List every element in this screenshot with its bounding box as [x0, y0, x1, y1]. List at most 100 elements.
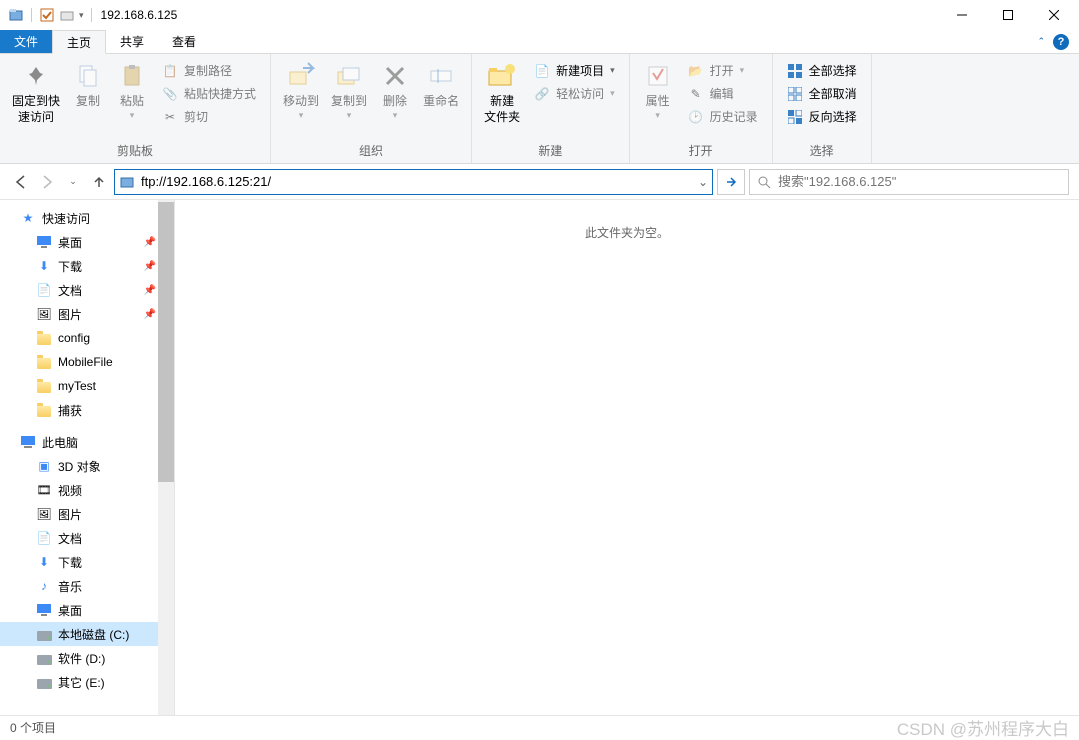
- tab-home[interactable]: 主页: [52, 30, 106, 54]
- sidebar-documents[interactable]: 📄文档📌: [0, 278, 174, 302]
- qat-check-icon[interactable]: [39, 7, 55, 23]
- video-icon: 🎞: [36, 482, 52, 498]
- desktop-icon: [36, 602, 52, 618]
- pictures-icon: 🖼: [36, 306, 52, 322]
- drive-icon: [36, 674, 52, 690]
- file-list-area: 此文件夹为空。: [175, 200, 1079, 715]
- easyaccess-button[interactable]: 🔗轻松访问 ▾: [530, 83, 619, 104]
- pin-icon: 📌: [144, 237, 156, 248]
- moveto-button[interactable]: 移动到▾: [277, 58, 325, 123]
- separator: [31, 8, 32, 22]
- delete-icon: [379, 60, 411, 92]
- sidebar-video[interactable]: 🎞视频: [0, 478, 174, 502]
- desktop-icon: [36, 234, 52, 250]
- properties-icon: [642, 60, 674, 92]
- sidebar-downloads[interactable]: ⬇下载📌: [0, 254, 174, 278]
- sidebar-config[interactable]: config: [0, 326, 174, 350]
- tab-share[interactable]: 共享: [106, 30, 158, 53]
- help-button[interactable]: ?: [1053, 34, 1069, 50]
- history-button[interactable]: 🕑历史记录: [684, 106, 762, 127]
- sidebar-cdrive[interactable]: 本地磁盘 (C:): [0, 622, 174, 646]
- copyto-icon: [333, 60, 365, 92]
- ftp-icon: [119, 174, 135, 190]
- tab-view[interactable]: 查看: [158, 30, 210, 53]
- newitem-icon: 📄: [534, 63, 550, 79]
- newfolder-icon: [486, 60, 518, 92]
- sidebar: ★快速访问 桌面📌 ⬇下载📌 📄文档📌 🖼图片📌 config MobileFi…: [0, 200, 175, 715]
- sidebar-scrollbar[interactable]: [158, 200, 174, 715]
- qat-dropdown-icon[interactable]: ▾: [79, 10, 84, 21]
- drive-icon: [36, 650, 52, 666]
- paste-shortcut-button[interactable]: 📎粘贴快捷方式: [158, 83, 260, 104]
- group-new-label: 新建: [478, 140, 623, 161]
- tab-file[interactable]: 文件: [0, 30, 52, 53]
- address-bar[interactable]: ⌄: [114, 169, 713, 195]
- watermark: CSDN @苏州程序大白: [897, 715, 1069, 740]
- properties-button[interactable]: 属性▾: [636, 58, 680, 123]
- invertsel-button[interactable]: 反向选择: [783, 106, 861, 127]
- music-icon: ♪: [36, 578, 52, 594]
- documents-icon: 📄: [36, 282, 52, 298]
- nav-up-button[interactable]: [88, 171, 110, 193]
- shortcut-icon: 📎: [162, 86, 178, 102]
- selectnone-button[interactable]: 全部取消: [783, 83, 861, 104]
- go-button[interactable]: [717, 169, 745, 195]
- group-clipboard-label: 剪贴板: [6, 140, 264, 161]
- sidebar-capture[interactable]: 捕获: [0, 398, 174, 422]
- minimize-button[interactable]: [939, 0, 985, 30]
- sidebar-downloads2[interactable]: ⬇下载: [0, 550, 174, 574]
- app-icon: [8, 7, 24, 23]
- qat-folder-icon[interactable]: [59, 7, 75, 23]
- folder-icon: [36, 330, 52, 346]
- sidebar-ddrive[interactable]: 软件 (D:): [0, 646, 174, 670]
- sidebar-desktop2[interactable]: 桌面: [0, 598, 174, 622]
- copy-path-button[interactable]: 📋复制路径: [158, 60, 260, 81]
- sidebar-documents2[interactable]: 📄文档: [0, 526, 174, 550]
- paste-button[interactable]: 粘贴▾: [110, 58, 154, 123]
- group-open-label: 打开: [636, 140, 766, 161]
- group-select-label: 选择: [779, 140, 865, 161]
- pin-quickaccess-button[interactable]: 固定到快 速访问: [6, 58, 66, 127]
- nav-forward-button[interactable]: [36, 171, 58, 193]
- copyto-button[interactable]: 复制到▾: [325, 58, 373, 123]
- edit-button[interactable]: ✎编辑: [684, 83, 762, 104]
- sidebar-pictures[interactable]: 🖼图片📌: [0, 302, 174, 326]
- sidebar-desktop[interactable]: 桌面📌: [0, 230, 174, 254]
- sidebar-mytest[interactable]: myTest: [0, 374, 174, 398]
- open-icon: 📂: [688, 63, 704, 79]
- maximize-button[interactable]: [985, 0, 1031, 30]
- newitem-button[interactable]: 📄新建项目 ▾: [530, 60, 619, 81]
- sidebar-pictures2[interactable]: 🖼图片: [0, 502, 174, 526]
- sidebar-thispc[interactable]: 此电脑: [0, 430, 174, 454]
- download-icon: ⬇: [36, 258, 52, 274]
- sidebar-3dobjects[interactable]: ▣3D 对象: [0, 454, 174, 478]
- selectall-button[interactable]: 全部选择: [783, 60, 861, 81]
- cut-button[interactable]: ✂剪切: [158, 106, 260, 127]
- open-button[interactable]: 📂打开 ▾: [684, 60, 762, 81]
- nav-back-button[interactable]: [10, 171, 32, 193]
- empty-folder-label: 此文件夹为空。: [585, 224, 669, 241]
- copy-button[interactable]: 复制: [66, 58, 110, 112]
- address-input[interactable]: [141, 171, 692, 193]
- delete-button[interactable]: 删除▾: [373, 58, 417, 123]
- nav-recent-button[interactable]: ⌄: [62, 171, 84, 193]
- drive-icon: [36, 626, 52, 642]
- edit-icon: ✎: [688, 86, 704, 102]
- search-box[interactable]: [749, 169, 1069, 195]
- sidebar-edrive[interactable]: 其它 (E:): [0, 670, 174, 694]
- group-organize-label: 组织: [277, 140, 465, 161]
- sidebar-quickaccess[interactable]: ★快速访问: [0, 206, 174, 230]
- invertsel-icon: [787, 109, 803, 125]
- address-dropdown-icon[interactable]: ⌄: [698, 175, 708, 189]
- sidebar-mobilefile[interactable]: MobileFile: [0, 350, 174, 374]
- close-button[interactable]: [1031, 0, 1077, 30]
- sidebar-music[interactable]: ♪音乐: [0, 574, 174, 598]
- paste-icon: [116, 60, 148, 92]
- copy-icon: [72, 60, 104, 92]
- path-icon: 📋: [162, 63, 178, 79]
- search-input[interactable]: [778, 174, 1062, 189]
- minimize-ribbon-icon[interactable]: ⌃: [1037, 36, 1045, 47]
- newfolder-button[interactable]: 新建 文件夹: [478, 58, 526, 127]
- rename-button[interactable]: 重命名: [417, 58, 465, 112]
- folder-icon: [36, 354, 52, 370]
